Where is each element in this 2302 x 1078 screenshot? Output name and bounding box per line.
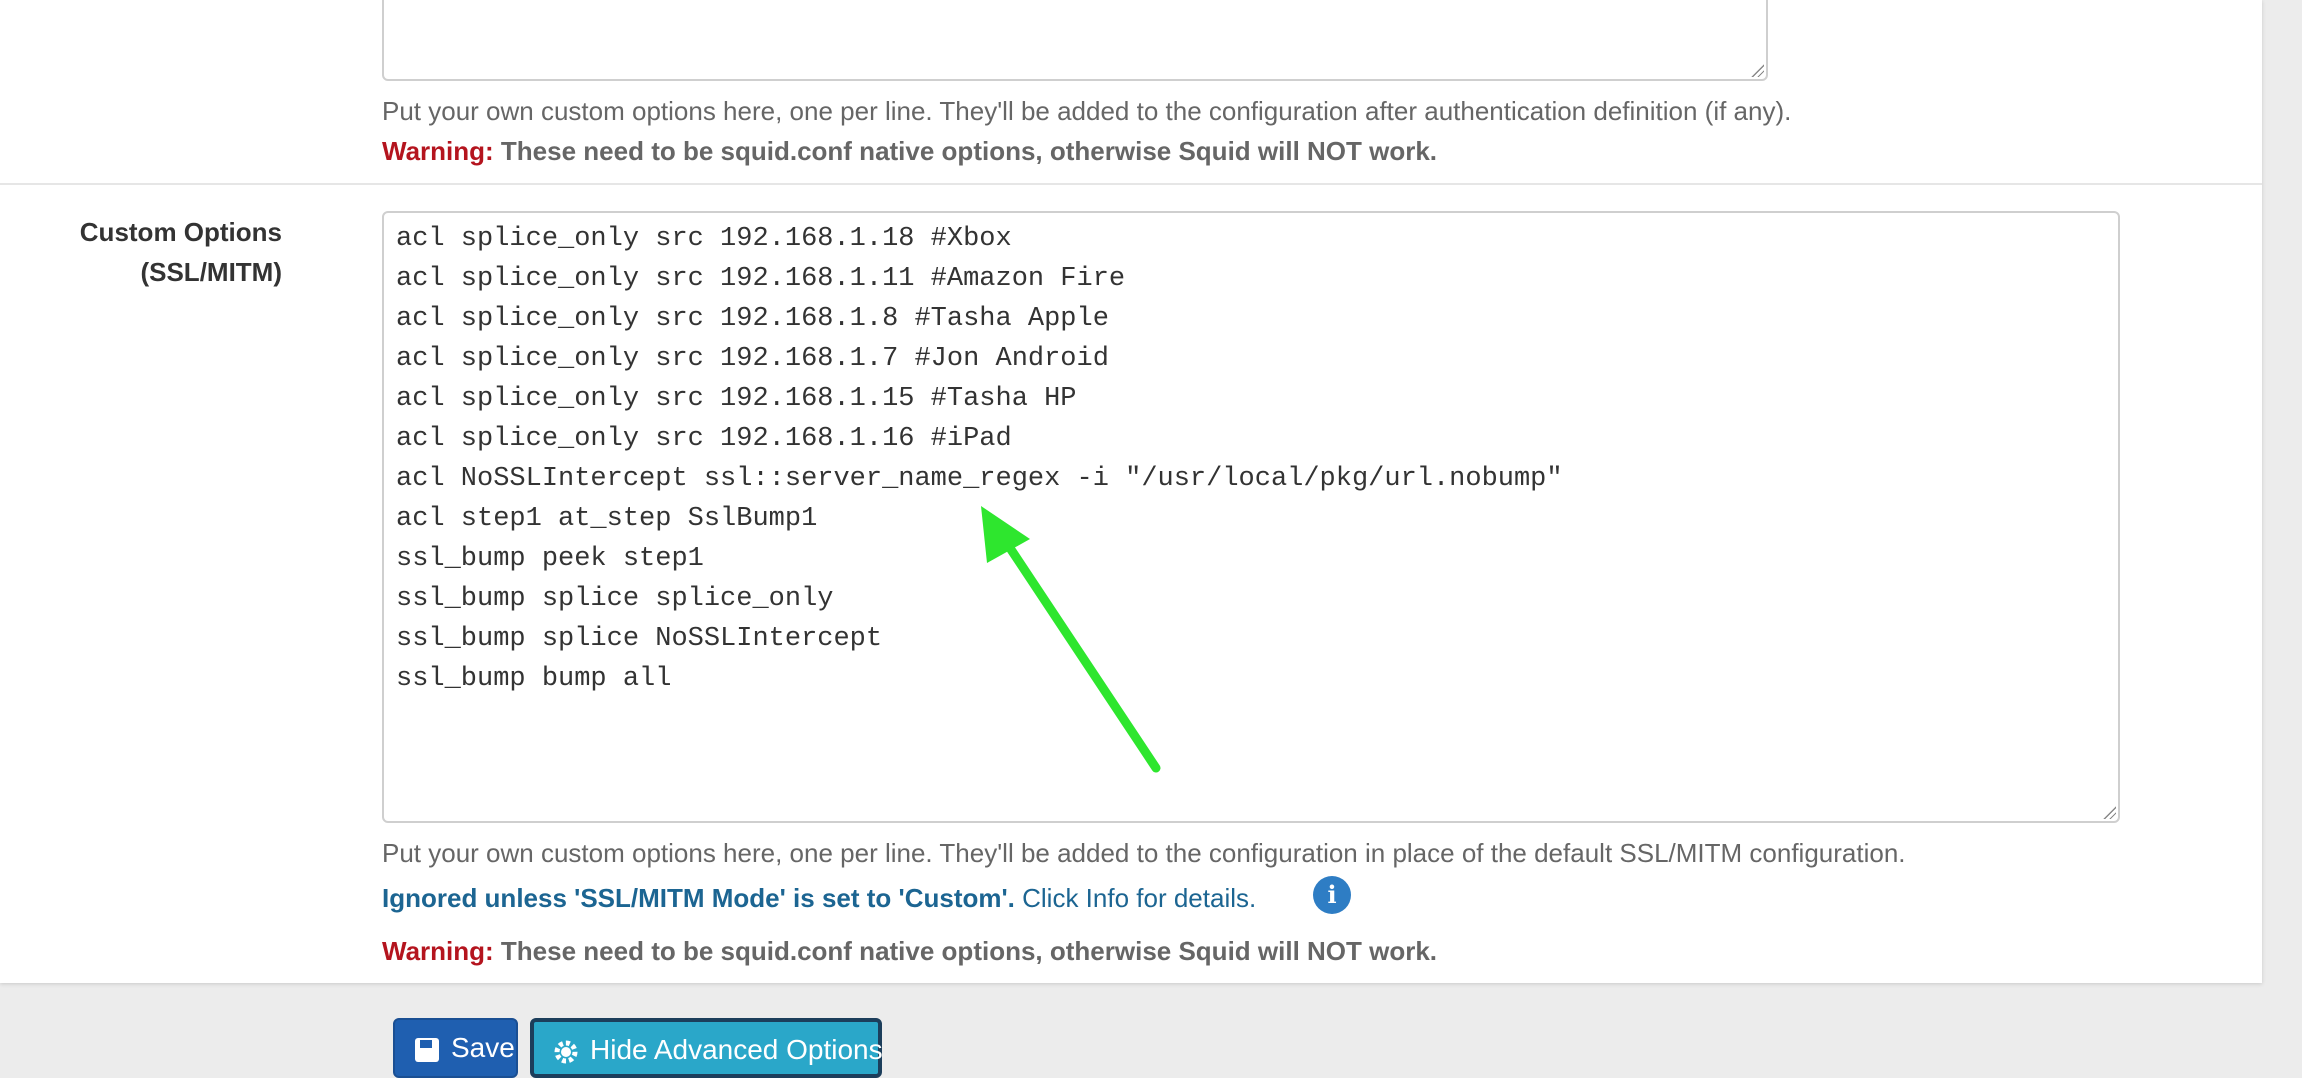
arrow-shaft xyxy=(1005,543,1161,773)
annotation-arrow-icon xyxy=(981,506,1161,773)
arrow-head xyxy=(981,506,1030,563)
